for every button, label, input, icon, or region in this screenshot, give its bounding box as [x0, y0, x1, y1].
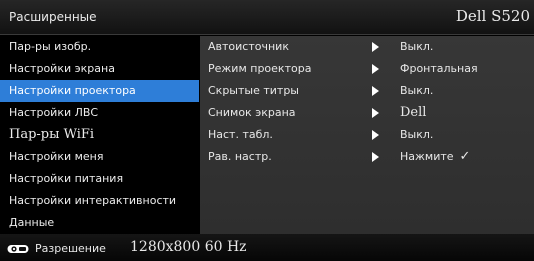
setting-row-screen-capture[interactable]: Снимок экрана Dell: [200, 102, 534, 124]
setting-row-factory-reset[interactable]: Рав. настр. Нажмите ✓: [200, 146, 534, 168]
checkmark-icon: ✓: [459, 149, 471, 164]
setting-value: Нажмите: [400, 150, 454, 163]
sidebar-item-picture-settings[interactable]: Пар-ры изобр.: [0, 36, 199, 58]
sidebar-item-interactive-settings[interactable]: Настройки интерактивности: [0, 190, 199, 212]
setting-label: Автоисточник: [208, 40, 289, 53]
sidebar-item-lan-settings[interactable]: Настройки ЛВС: [0, 102, 199, 124]
setting-row-projector-mode[interactable]: Режим проектора Фронтальная: [200, 58, 534, 80]
sidebar-item-menu-settings[interactable]: Настройки меня: [0, 146, 199, 168]
setting-label: Рав. настр.: [208, 150, 272, 163]
projector-icon: [7, 245, 29, 253]
setting-value: Dell: [400, 105, 427, 120]
resolution-label: Разрешение: [35, 242, 106, 255]
setting-value: Выкл.: [400, 40, 434, 53]
setting-value: Выкл.: [400, 128, 434, 141]
sidebar-item-information[interactable]: Данные: [0, 212, 199, 234]
setting-label: Снимок экрана: [208, 106, 296, 119]
setting-value-group: Нажмите ✓: [400, 146, 470, 168]
setting-label: Наст. табл.: [208, 128, 273, 141]
sidebar-item-projector-settings[interactable]: Настройки проектора: [0, 80, 199, 102]
sidebar: Пар-ры изобр. Настройки экрана Настройки…: [0, 36, 199, 234]
resolution-value: 1280x800 60 Hz: [130, 239, 247, 255]
status-bar: Разрешение 1280x800 60 Hz: [0, 234, 534, 261]
setting-label: Режим проектора: [208, 62, 312, 75]
arrow-right-icon: [372, 152, 379, 162]
setting-row-closed-captions[interactable]: Скрытые титры Выкл.: [200, 80, 534, 102]
sidebar-item-wifi-settings[interactable]: Пар-ры WiFi: [0, 124, 199, 146]
setting-label: Скрытые титры: [208, 84, 299, 97]
menu-header: Расширенные Dell S520: [0, 0, 534, 35]
arrow-right-icon: [372, 42, 379, 52]
sidebar-item-wifi-label: Пар-ры WiFi: [9, 127, 95, 142]
arrow-right-icon: [372, 108, 379, 118]
setting-value: Выкл.: [400, 84, 434, 97]
projector-osd-menu: Расширенные Dell S520 Пар-ры изобр. Наст…: [0, 0, 534, 261]
arrow-right-icon: [372, 86, 379, 96]
settings-panel: Автоисточник Выкл. Режим проектора Фронт…: [200, 36, 534, 234]
arrow-right-icon: [372, 130, 379, 140]
arrow-right-icon: [372, 64, 379, 74]
setting-row-test-pattern[interactable]: Наст. табл. Выкл.: [200, 124, 534, 146]
projector-model: Dell S520: [455, 7, 530, 25]
sidebar-item-display-settings[interactable]: Настройки экрана: [0, 58, 199, 80]
menu-title: Расширенные: [9, 10, 97, 24]
sidebar-item-power-settings[interactable]: Настройки питания: [0, 168, 199, 190]
setting-value: Фронтальная: [400, 62, 478, 75]
setting-row-auto-source[interactable]: Автоисточник Выкл.: [200, 36, 534, 58]
